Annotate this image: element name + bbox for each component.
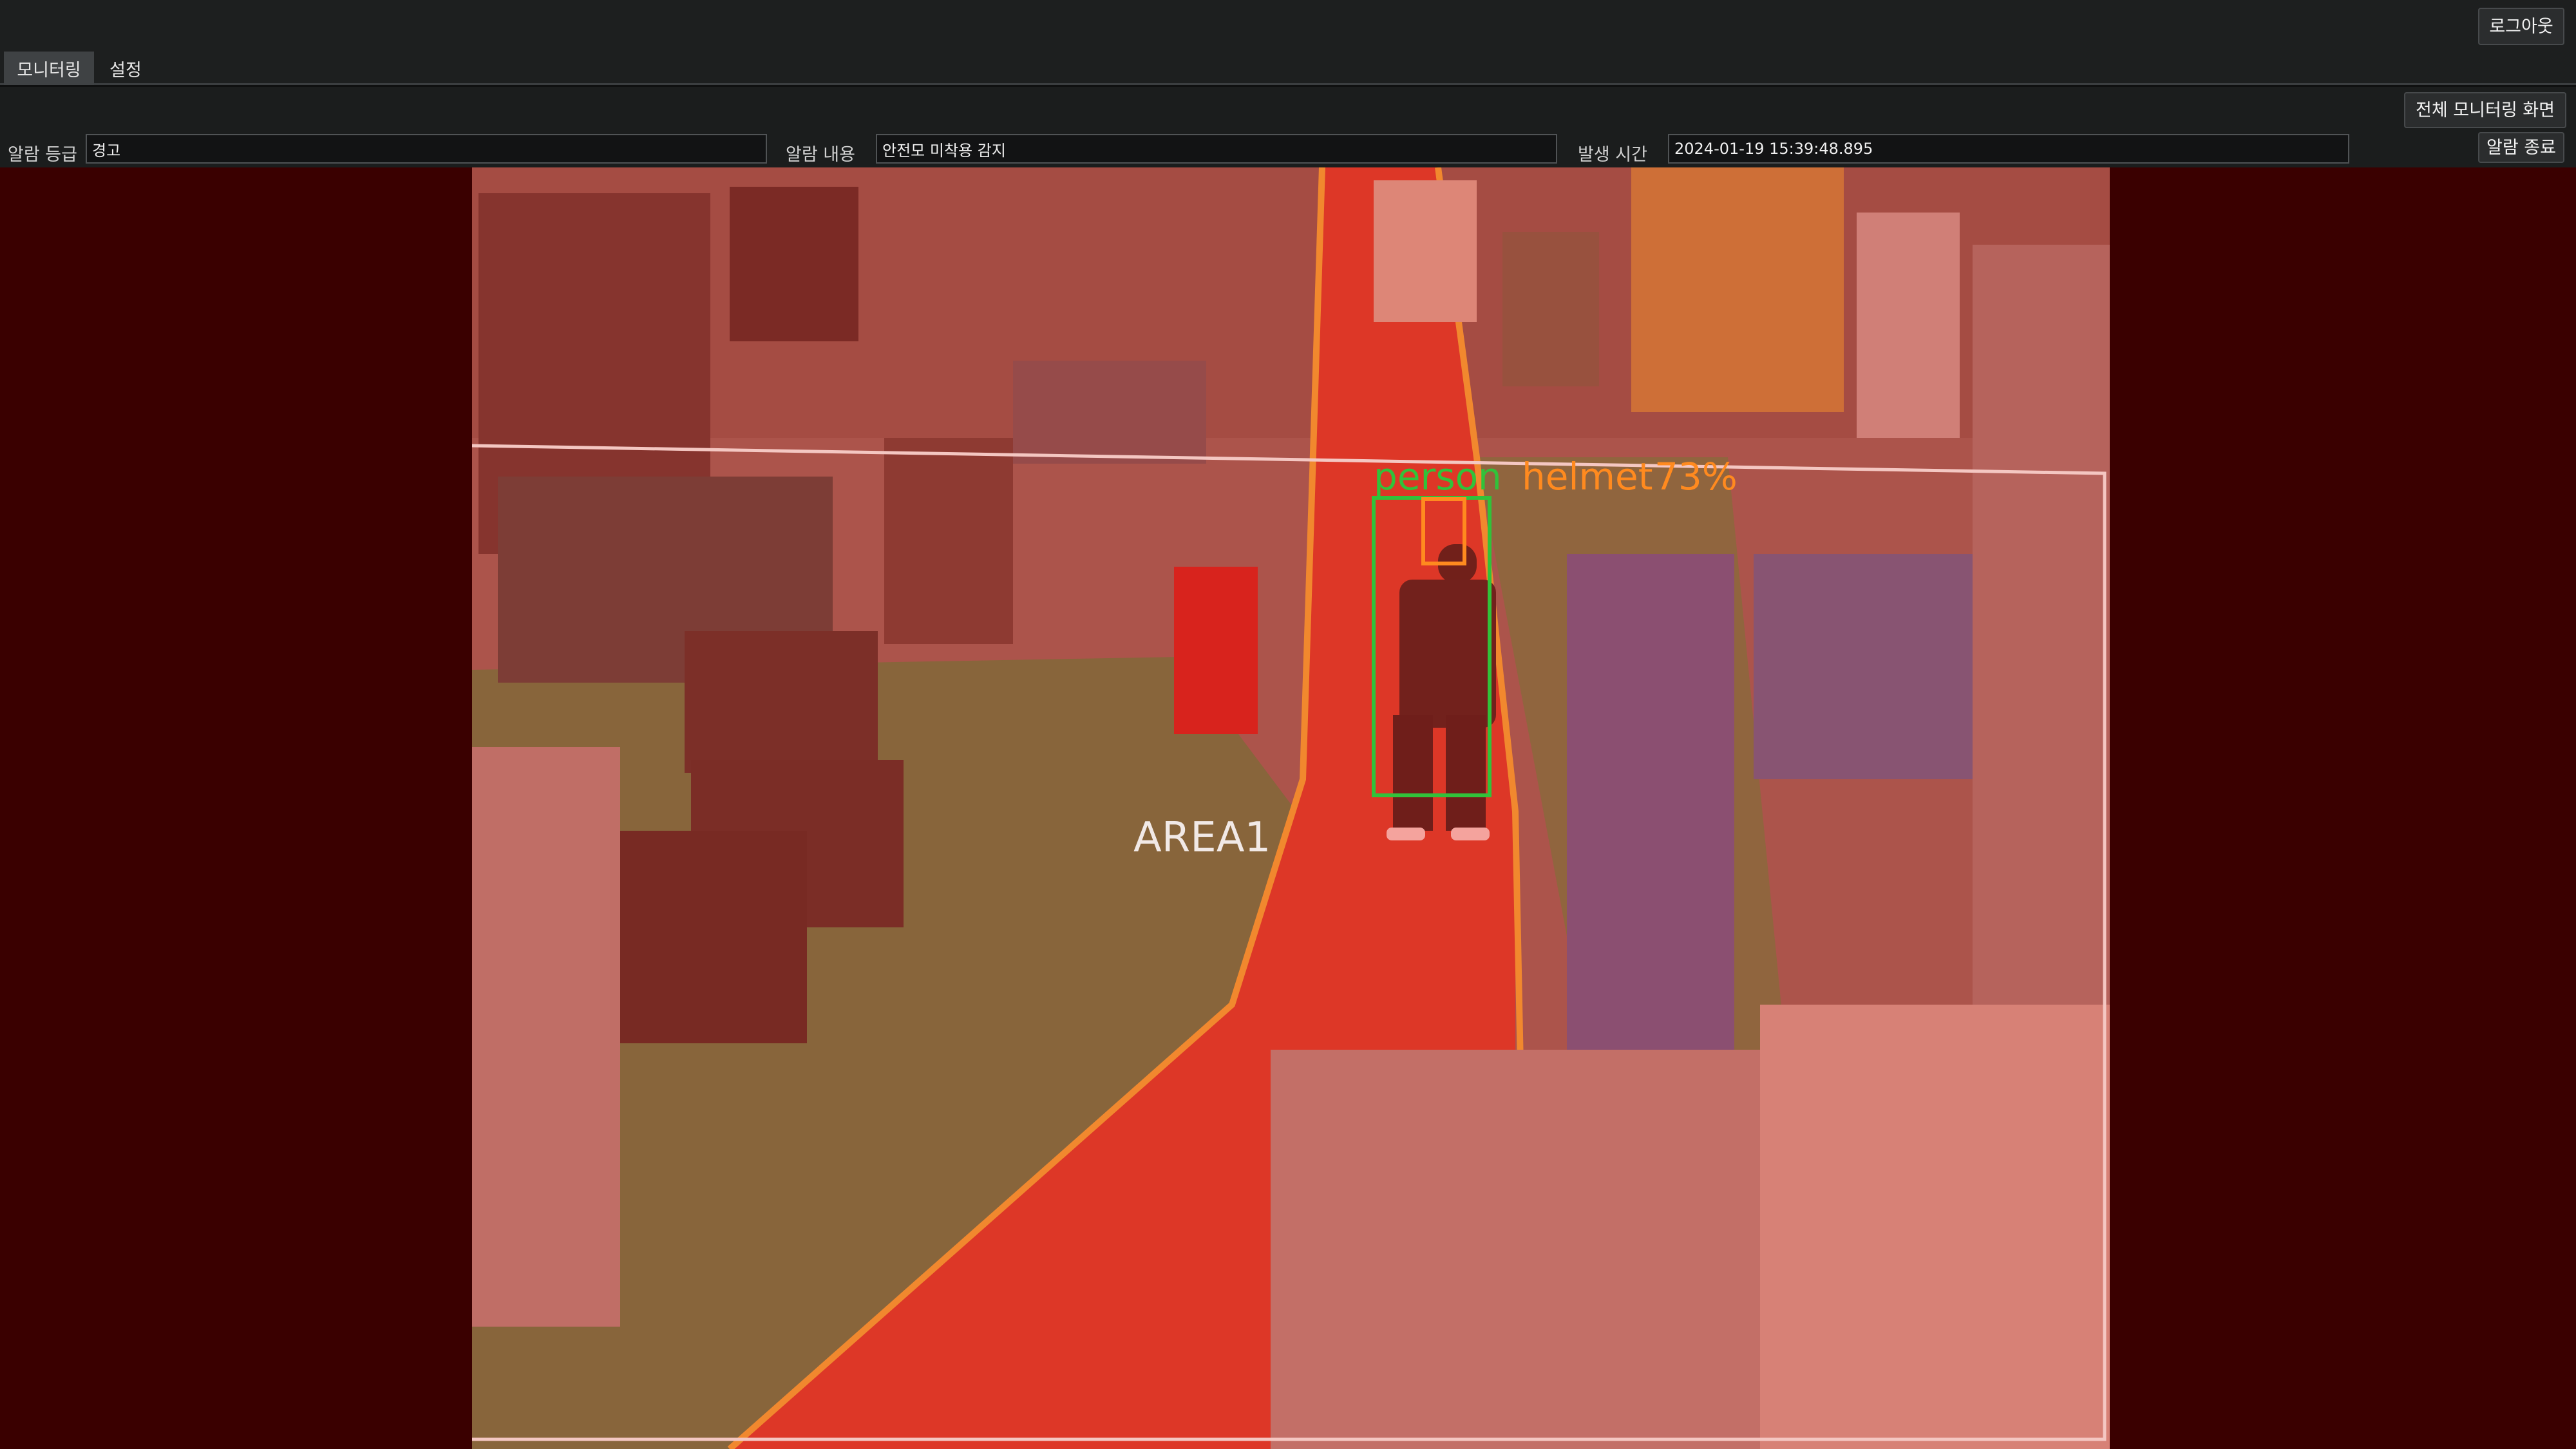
alarm-end-button[interactable]: 알람 종료 (2478, 132, 2564, 163)
camera-frame: person helmet 73% AREA1 (472, 167, 2110, 1449)
alarm-content-field[interactable] (876, 134, 1557, 164)
alarm-level-label: 알람 등급 (8, 144, 77, 165)
alarm-content-label: 알람 내용 (786, 144, 855, 165)
alarm-level-field[interactable] (86, 134, 767, 164)
full-monitoring-button[interactable]: 전체 모니터링 화면 (2404, 92, 2566, 128)
camera-feed[interactable]: person helmet 73% AREA1 (472, 167, 2110, 1449)
logout-button[interactable]: 로그아웃 (2478, 8, 2564, 45)
alarm-toolbar: 전체 모니터링 화면 알람 종료 알람 등급 알람 내용 발생 시간 (0, 87, 2576, 167)
alarm-tint-overlay (472, 167, 2110, 1449)
area-label: AREA1 (1133, 814, 1271, 862)
top-bar: 로그아웃 (0, 0, 2576, 52)
alarm-time-field[interactable] (1668, 134, 2349, 164)
person-detection-label: person (1374, 455, 1502, 498)
alarm-time-label: 발생 시간 (1578, 144, 1647, 165)
helmet-detection-label: helmet (1522, 455, 1653, 498)
tab-bar: 모니터링 설정 (0, 52, 2576, 85)
video-viewport: person helmet 73% AREA1 (0, 167, 2576, 1449)
tab-monitoring[interactable]: 모니터링 (4, 52, 94, 85)
monitoring-app: 로그아웃 모니터링 설정 전체 모니터링 화면 알람 종료 알람 등급 알람 내… (0, 0, 2576, 1449)
detection-score-label: 73% (1654, 455, 1738, 498)
tab-settings[interactable]: 설정 (97, 52, 155, 85)
